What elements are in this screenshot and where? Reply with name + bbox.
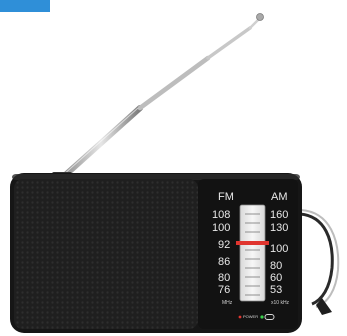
am-band-label: AM xyxy=(271,191,288,203)
am-scale-60: 60 xyxy=(270,272,283,284)
power-indicator-icon xyxy=(238,315,242,319)
fm-scale-76: 76 xyxy=(218,284,231,296)
fm-scale-92: 92 xyxy=(218,239,231,251)
fm-scale-100: 100 xyxy=(212,222,231,234)
fm-scale-80: 80 xyxy=(218,272,231,284)
power-label: POWER xyxy=(243,314,259,319)
fm-scale-108: 108 xyxy=(212,209,231,221)
telescopic-antenna[interactable] xyxy=(59,13,264,181)
fm-band-label: FM xyxy=(218,191,234,203)
am-scale-80: 80 xyxy=(270,260,283,272)
am-scale-53: 53 xyxy=(270,284,283,296)
fm-unit-label: MHz xyxy=(222,300,233,306)
fm-scale-86: 86 xyxy=(218,256,231,268)
am-unit-label: x10 kHz xyxy=(271,300,290,306)
am-scale-160: 160 xyxy=(270,209,289,221)
am-scale-100: 100 xyxy=(270,243,289,255)
tuning-window xyxy=(239,204,266,302)
portable-radio xyxy=(10,13,340,333)
stereo-indicator-icon xyxy=(260,315,264,319)
am-scale-130: 130 xyxy=(270,222,289,234)
tuning-pointer xyxy=(236,241,269,245)
